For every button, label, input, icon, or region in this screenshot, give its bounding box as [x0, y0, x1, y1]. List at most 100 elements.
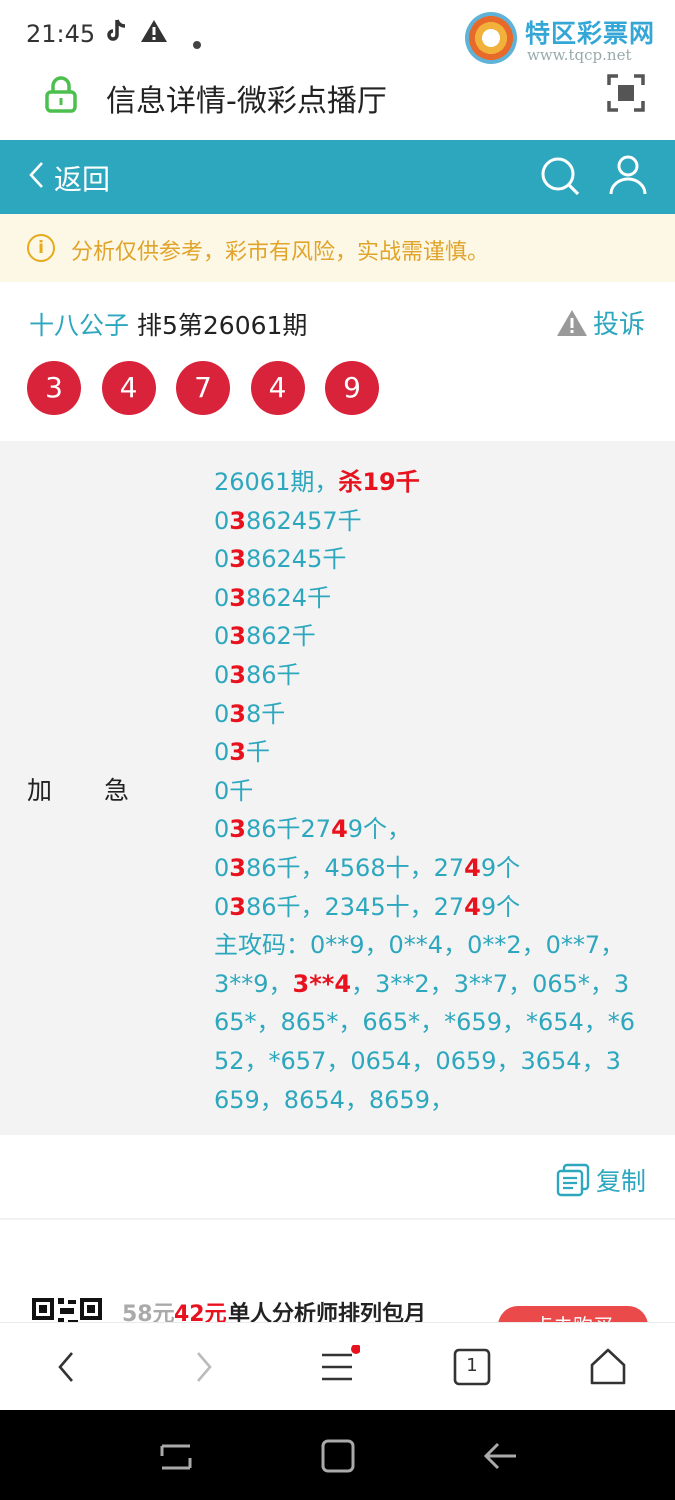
content-label: 加急 — [27, 776, 182, 805]
back-icon[interactable] — [46, 1345, 90, 1389]
top-nav: 返回 — [0, 140, 675, 214]
analysis-line: 0386245千 — [214, 540, 654, 579]
tabs-icon[interactable]: 1 — [450, 1345, 494, 1389]
complain-label: 投诉 — [592, 310, 645, 340]
line-text: 8千 — [245, 699, 286, 728]
line-text: 0 — [214, 660, 230, 689]
result-ball: 3 — [27, 361, 81, 415]
analysis-line: 0386千，4568十，2749个 — [214, 849, 654, 888]
analysis-line: 03862千 — [214, 617, 654, 656]
copy-button[interactable]: 复制 — [556, 1162, 646, 1198]
home-button-icon[interactable] — [318, 1438, 358, 1474]
post-period: 排5第26061期 — [137, 311, 308, 340]
copy-label: 复制 — [596, 1167, 647, 1196]
page-title[interactable]: 信息详情-微彩点播厅 — [106, 76, 387, 120]
line-text: 0 — [214, 506, 230, 535]
menu-icon[interactable] — [316, 1344, 361, 1389]
line-text: 9个 — [480, 892, 521, 921]
scan-icon[interactable] — [607, 74, 645, 112]
analysis-line: 03千 — [214, 733, 654, 772]
analysis-content: 加急 26061期，杀19千 03862457千 0386245千 038624千 03… — [0, 441, 675, 1135]
highlight-text: 3 — [229, 583, 246, 612]
line-text: 0 — [214, 853, 230, 882]
line-text: 862457千 — [245, 506, 362, 535]
forward-icon[interactable] — [180, 1345, 224, 1389]
analysis-line: 03862457千 — [214, 502, 654, 541]
highlight-text: 3 — [229, 815, 246, 844]
result-ball: 4 — [101, 361, 156, 415]
line-text: 0千 — [214, 776, 254, 805]
line-text: 86千27 — [245, 815, 332, 844]
analysis-line: 0千 — [214, 772, 654, 811]
analysis-line: 0386千，2345十，2749个 — [214, 888, 654, 927]
status-bar: 21:45 特区彩票网 www.tqcp.net — [0, 0, 675, 70]
system-nav-bar — [0, 1410, 675, 1500]
watermark-emblem-icon — [465, 12, 517, 64]
line-text: 0 — [214, 583, 230, 612]
analysis-line: 26061期，杀19千 — [214, 463, 654, 502]
browser-toolbar: 1 — [0, 1322, 675, 1410]
highlight-text: 3 — [229, 892, 246, 921]
highlight-text: 4 — [464, 892, 481, 921]
divider — [0, 1218, 675, 1220]
line-text: 0 — [214, 815, 230, 844]
highlight-text: 4 — [464, 853, 481, 882]
promo-text: 单人分析师排列包月 — [228, 1302, 427, 1322]
warning-triangle-icon — [556, 309, 587, 336]
promo-banner[interactable]: 58元 42元 单人分析师排列包月 点击购买 — [0, 1290, 675, 1322]
buy-button[interactable]: 点击购买 — [498, 1306, 648, 1322]
home-icon[interactable] — [586, 1345, 630, 1389]
tab-count: 1 — [466, 1355, 478, 1376]
status-time: 21:45 — [26, 20, 96, 48]
analysis-line: 3**9，3**4，3**2，3**7，065*，3 — [214, 965, 654, 1004]
line-text: 65*，865*，665*，*659，*654，*6 — [214, 1008, 636, 1037]
line-text: 659，8654，8659， — [214, 1085, 454, 1114]
chevron-left-icon — [28, 159, 44, 197]
qr-code-icon — [32, 1298, 102, 1322]
watermark-url: www.tqcp.net — [527, 46, 632, 64]
highlight-text: 3 — [229, 506, 246, 535]
analysis-line: 52，*657，0654，0659，3654，3 — [214, 1042, 654, 1081]
watermark-title: 特区彩票网 — [525, 19, 656, 48]
recents-icon[interactable] — [156, 1438, 196, 1474]
highlight-text: 3 — [229, 622, 246, 651]
analysis-line: 038624千 — [214, 579, 654, 618]
notice-text: 分析仅供参考，彩市有风险，实战需谨慎。 — [71, 240, 490, 265]
line-text: 0 — [214, 892, 230, 921]
analysis-line: 659，8654，8659， — [214, 1081, 654, 1120]
author-link[interactable]: 十八公子 — [29, 306, 129, 342]
analysis-line: 65*，865*，665*，*659，*654，*6 — [214, 1003, 654, 1042]
analysis-text[interactable]: 26061期，杀19千 03862457千 0386245千 038624千 03862… — [214, 463, 654, 1119]
analysis-line: 0386千2749个， — [214, 810, 654, 849]
watermark-logo: 特区彩票网 www.tqcp.net — [465, 8, 665, 68]
line-text: 862千 — [245, 622, 316, 651]
line-text: 0 — [214, 545, 230, 574]
line-text: 86千，4568十，27 — [245, 853, 465, 882]
line-text: 主攻码：0**9，0**4，0**2，0**7， — [214, 931, 625, 960]
line-text: 0 — [214, 738, 230, 767]
copy-icon — [556, 1163, 590, 1197]
post-header: 十八公子 排5第26061期 投诉 — [0, 300, 675, 344]
system-back-icon[interactable] — [480, 1438, 520, 1474]
result-balls: 3 4 7 4 9 — [27, 361, 400, 415]
line-text: 9个， — [347, 815, 412, 844]
complain-button[interactable]: 投诉 — [555, 304, 645, 341]
line-text: 86245千 — [245, 545, 347, 574]
line-text: 千 — [245, 738, 270, 767]
line-text: 86千，2345十，27 — [245, 892, 465, 921]
result-ball: 9 — [325, 361, 379, 415]
highlight-text: 杀19千 — [338, 468, 420, 496]
highlight-text: 3 — [229, 545, 246, 574]
search-icon[interactable] — [540, 156, 580, 196]
line-text: 0 — [214, 699, 230, 728]
user-icon[interactable] — [608, 154, 648, 196]
address-bar: 信息详情-微彩点播厅 — [0, 70, 675, 140]
analysis-line: 038千 — [214, 695, 654, 734]
warning-icon — [140, 18, 168, 50]
lock-icon[interactable] — [44, 76, 78, 114]
info-icon: i — [27, 234, 55, 262]
line-text: 26061期， — [214, 468, 339, 496]
promo-old-price: 58元 — [122, 1302, 175, 1322]
back-button[interactable]: 返回 — [28, 158, 110, 198]
highlight-text: 3 — [229, 738, 246, 767]
